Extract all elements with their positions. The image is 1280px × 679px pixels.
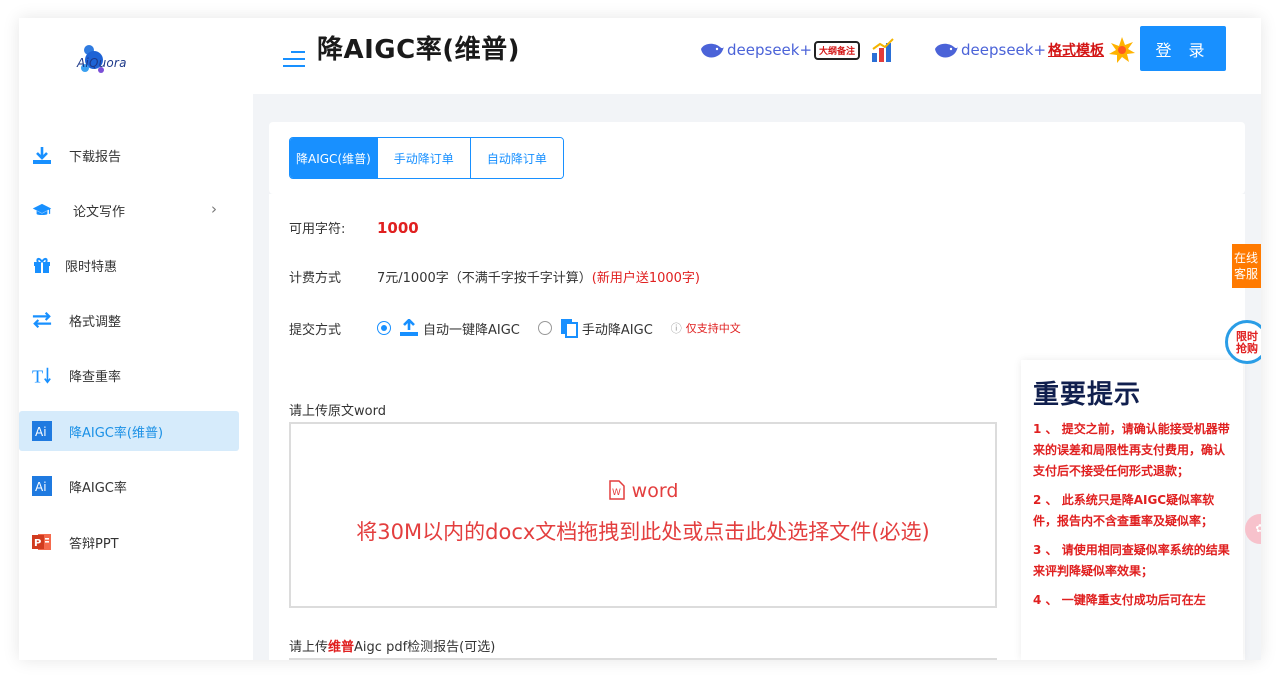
submit-label: 提交方式 [289,322,342,338]
report-dropzone-edge[interactable] [289,658,997,660]
option-manual-reduce[interactable]: 手动降AIGC [537,318,653,338]
sidebar-item-limited-offer[interactable]: 限时特惠 [19,245,239,285]
ai-badge-icon: Ai [32,421,52,441]
chevron-right-icon: › [211,200,217,218]
info-icon: ⓘ [670,322,682,335]
sidebar-item-reduce-aigc[interactable]: Ai 降AIGC率 [19,466,239,506]
billing-promo: (新用户送1000字) [591,271,700,286]
tab-reduce-aigc-vip[interactable]: 降AIGC(维普) [290,138,378,178]
report-suffix: Aigc pdf检测报告(可选) [354,640,496,655]
document-copy-icon [560,319,578,338]
sidebar-item-format-adjust[interactable]: 格式调整 [19,300,239,340]
sidebar-item-defense-ppt[interactable]: P 答辩PPT [19,522,239,562]
download-icon [32,145,52,165]
ai-badge-icon: Ai [32,476,52,496]
tab-auto-orders[interactable]: 自动降订单 [470,138,563,178]
sidebar-item-thesis-writing[interactable]: 论文写作 › [19,190,239,230]
sidebar-item-label: 降AIGC率(维普) [69,425,164,441]
notice-item: 2 、 此系统只是降AIGC疑似率软件，报告内不含查重率及疑似率； [1033,493,1215,528]
tab-card: 降AIGC(维普) 手动降订单 自动降订单 [269,122,1245,194]
billing-text: 7元/1000字（不满千字按千字计算） [377,271,592,286]
svg-text:W: W [612,488,621,498]
billing-label: 计费方式 [289,271,342,286]
menu-icon[interactable] [281,48,307,70]
graduation-cap-icon [32,200,52,220]
logo-text: AiQuora [77,56,127,70]
deepseek-brand: deepseek+ [727,41,813,59]
option-manual-label: 手动降AIGC [581,322,653,338]
top-header: 降AIGC率(维普) deepseek+ 大纲备注 deepseek+ 格式模板… [253,18,1261,94]
chinese-only-text: 仅支持中文 [685,322,741,335]
notice-item: 1 、 提交之前，请确认能接受机器带来的误差和局限性再支付费用，确认支付后不接受… [1033,422,1230,478]
dropzone-word: word [631,480,679,502]
dropzone-word-line: W word [291,480,995,502]
important-notice: 重要提示 1 、 提交之前，请确认能接受机器带来的误差和局限性再支付费用，确认支… [1021,360,1243,660]
svg-text:Ai: Ai [35,425,47,439]
deepseek-whale-icon [935,43,958,58]
swap-arrows-icon [32,310,52,330]
svg-text:Ai: Ai [35,480,47,494]
sidebar-item-label: 降AIGC率 [69,480,127,496]
online-service-button[interactable]: 在线客服 [1232,244,1261,288]
word-dropzone[interactable]: W word 将30M以内的docx文档拖拽到此处或点击此处选择文件(必选) [289,422,997,608]
sidebar-item-label: 限时特惠 [65,259,118,275]
burst-icon [1109,37,1136,63]
sidebar-item-reduce-duplicate[interactable]: T 降查重率 [19,355,239,395]
tab-group: 降AIGC(维普) 手动降订单 自动降订单 [289,137,564,179]
upload-icon [400,319,418,336]
credits-value: 1000 [377,218,419,237]
format-template-link: 格式模板 [1048,43,1105,59]
flash-sale-button[interactable]: 限时抢购 [1225,320,1261,364]
sidebar-item-label: 降查重率 [69,369,122,385]
report-upload-label: 请上传维普Aigc pdf检测报告(可选) [289,636,495,655]
bar-chart-icon [872,38,894,62]
text-size-icon: T [32,365,52,385]
svg-text:T: T [32,366,43,385]
chinese-only-hint: ⓘ 仅支持中文 [671,320,741,336]
option-auto-reduce[interactable]: 自动一键降AIGC [377,319,520,338]
deepseek-brand: deepseek+ [961,41,1047,59]
notice-item: 3 、 请使用相同查疑似率系统的结果来评判降疑似率效果； [1033,543,1230,578]
page-title: 降AIGC率(维普) [317,35,520,65]
powerpoint-icon: P [32,532,52,552]
option-auto-label: 自动一键降AIGC [423,322,520,338]
deepseek-template-promo[interactable]: deepseek+ 格式模板 [933,36,1136,64]
outline-notes-badge: 大纲备注 [814,40,861,60]
login-button[interactable]: 登 录 [1140,26,1226,71]
notice-item: 4 、 一键降重支付成功后可在左 [1033,593,1206,607]
sidebar-item-label: 论文写作 [73,204,126,220]
radio-auto[interactable] [377,321,391,335]
upload-label: 请上传原文word [289,404,386,419]
sidebar-item-reduce-aigc-vip[interactable]: Ai 降AIGC率(维普) [19,411,239,451]
credits-label: 可用字符: [289,222,346,237]
deepseek-whale-icon [701,43,724,58]
report-prefix: 请上传 [289,640,329,655]
tab-manual-orders[interactable]: 手动降订单 [377,138,471,178]
report-highlight: 维普 [328,640,355,655]
sidebar-item-label: 答辩PPT [69,536,119,552]
sidebar-item-download-report[interactable]: 下载报告 [19,135,239,175]
word-file-icon: W [608,480,625,500]
deepseek-outline-promo[interactable]: deepseek+ 大纲备注 [699,36,896,64]
notice-title: 重要提示 [1033,380,1142,410]
submit-method-row: 提交方式 自动一键降AIGC 手动降AIGC ⓘ 仅支持中文 [289,318,741,338]
sidebar: AiQuora 下载报告 论文写作 › 限时特惠 格式调整 T 降查重率 Ai … [19,18,253,660]
credits-row: 可用字符: 1000 [289,218,419,238]
billing-row: 计费方式 7元/1000字（不满千字按千字计算） (新用户送1000字) [289,267,700,286]
svg-text:P: P [34,538,41,549]
radio-manual[interactable] [537,321,552,335]
sidebar-item-label: 格式调整 [69,314,122,330]
dropzone-text: 将30M以内的docx文档拖拽到此处或点击此处选择文件(必选) [356,520,930,544]
sidebar-item-label: 下载报告 [69,149,122,165]
gift-icon [32,255,52,275]
app-window: AiQuora 下载报告 论文写作 › 限时特惠 格式调整 T 降查重率 Ai … [19,18,1261,660]
